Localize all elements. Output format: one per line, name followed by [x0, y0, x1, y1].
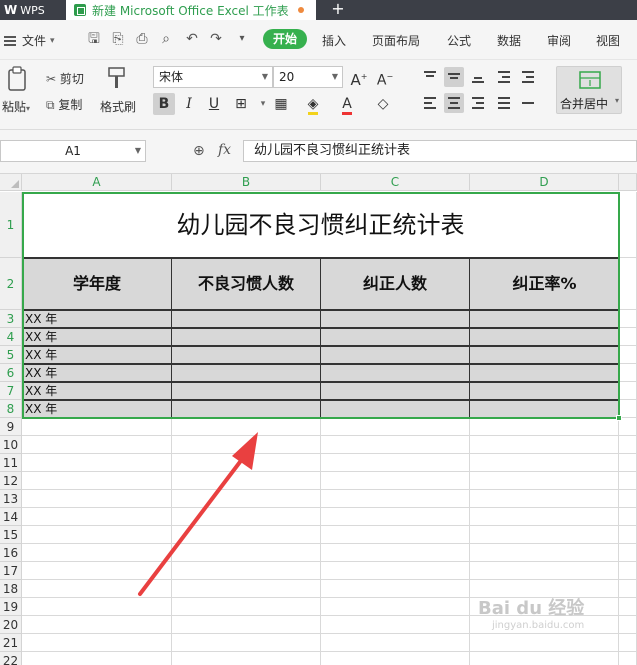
- ribbon: 粘贴▾ ✂ 剪切 ⧉ 复制 格式刷 宋体 ▼ 20 ▼ A+ A− B I U …: [0, 60, 637, 130]
- format-painter-button[interactable]: 格式刷: [100, 98, 136, 115]
- watermark-subtext: jingyan.baidu.com: [492, 620, 585, 631]
- font-name-select[interactable]: 宋体 ▼: [153, 66, 273, 88]
- name-box-value: A1: [65, 144, 81, 158]
- hamburger-icon: [4, 35, 16, 46]
- align-right-icon[interactable]: [468, 93, 488, 113]
- clear-format-icon[interactable]: ◇: [372, 93, 394, 115]
- document-tab-label: 新建 Microsoft Office Excel 工作表: [92, 3, 289, 18]
- underline-button[interactable]: U: [203, 93, 225, 115]
- fx-icon[interactable]: fx: [218, 142, 231, 158]
- decrease-indent-icon[interactable]: [494, 67, 514, 87]
- redo-icon[interactable]: ↷: [208, 31, 224, 47]
- tab-formulas[interactable]: 公式: [447, 32, 471, 49]
- document-tab[interactable]: 新建 Microsoft Office Excel 工作表: [66, 0, 316, 20]
- tab-start[interactable]: 开始: [263, 29, 307, 49]
- paste-button[interactable]: 粘贴▾: [2, 98, 30, 115]
- font-size-value: 20: [279, 70, 295, 84]
- chevron-down-icon: ▾: [26, 104, 31, 113]
- print-preview-icon[interactable]: ⌕: [158, 31, 174, 47]
- tab-page-layout[interactable]: 页面布局: [372, 32, 420, 49]
- increase-font-icon[interactable]: A+: [348, 66, 370, 89]
- red-arrow-annotation: [138, 432, 258, 596]
- font-color-icon[interactable]: A: [336, 93, 358, 115]
- distributed-align-icon[interactable]: [518, 93, 538, 113]
- format-painter-icon[interactable]: [106, 66, 128, 92]
- copy-label: 复制: [58, 98, 83, 112]
- copy-icon: ⧉: [46, 98, 55, 112]
- chevron-down-icon: ▾: [614, 96, 619, 105]
- wps-logo-icon: W: [4, 3, 18, 17]
- watermark-text: Bai du 经验: [478, 598, 585, 619]
- align-center-icon[interactable]: [444, 93, 464, 113]
- cut-button[interactable]: ✂ 剪切: [46, 70, 84, 87]
- chevron-down-icon: ▼: [261, 72, 268, 81]
- align-top-icon[interactable]: [420, 67, 440, 87]
- copy-button[interactable]: ⧉ 复制: [46, 96, 82, 113]
- unsaved-dot-icon: [298, 7, 304, 13]
- tab-review[interactable]: 审阅: [547, 32, 571, 49]
- font-name-value: 宋体: [159, 70, 184, 84]
- borders-icon[interactable]: ⊞: [230, 93, 252, 115]
- tab-view[interactable]: 视图: [596, 32, 620, 49]
- justify-icon[interactable]: [494, 93, 514, 113]
- quick-access-dropdown-icon[interactable]: ▾: [234, 31, 250, 47]
- name-box[interactable]: A1 ▼: [0, 140, 146, 162]
- paste-label: 粘贴: [2, 100, 27, 114]
- new-tab-button[interactable]: +: [326, 0, 350, 20]
- excel-file-icon: [74, 4, 86, 16]
- tab-bar: W WPS 新建 Microsoft Office Excel 工作表 +: [0, 0, 637, 20]
- print-icon[interactable]: ⎙: [134, 31, 150, 47]
- cell-style-icon[interactable]: ▦: [270, 93, 292, 115]
- tab-insert[interactable]: 插入: [322, 32, 346, 49]
- chevron-down-icon: ▼: [134, 146, 141, 155]
- wps-app-label: WPS: [20, 3, 45, 17]
- formula-input[interactable]: 幼儿园不良习惯纠正统计表: [243, 140, 637, 162]
- cut-label: 剪切: [59, 72, 84, 86]
- chevron-down-icon: ▼: [331, 72, 338, 81]
- wps-app-tab[interactable]: W WPS: [0, 0, 64, 20]
- fill-color-icon[interactable]: ◈: [302, 93, 324, 115]
- align-left-icon[interactable]: [420, 93, 440, 113]
- undo-icon[interactable]: ↶: [184, 31, 200, 47]
- baidu-watermark: Bai du 经验 jingyan.baidu.com: [478, 594, 584, 631]
- align-bottom-icon[interactable]: [468, 67, 488, 87]
- decrease-font-icon[interactable]: A−: [374, 66, 396, 89]
- merge-center-button[interactable]: 合并居中 ▾: [556, 66, 622, 114]
- chevron-down-icon: ▾: [50, 35, 55, 46]
- save-icon[interactable]: 🖫: [86, 31, 102, 47]
- file-menu[interactable]: 文件 ▾: [4, 32, 55, 49]
- zoom-icon[interactable]: ⊕: [193, 143, 205, 159]
- formula-bar: A1 ▼ ⊕ fx 幼儿园不良习惯纠正统计表: [0, 130, 637, 174]
- spreadsheet-grid[interactable]: A B C D 1 2 3 4 5 6 7 8 9 10 11 12 13 14 15 16 17 18 19 20 2…: [0, 174, 637, 665]
- scissors-icon: ✂: [46, 72, 57, 86]
- bold-button[interactable]: B: [153, 93, 175, 115]
- merge-center-label: 合并居中: [560, 97, 609, 111]
- paste-icon[interactable]: [6, 66, 30, 92]
- align-middle-icon[interactable]: [444, 67, 464, 87]
- export-icon[interactable]: ⎘: [110, 31, 126, 47]
- file-menu-label: 文件: [22, 34, 47, 48]
- menu-bar: 文件 ▾ 🖫 ⎘ ⎙ ⌕ ↶ ↷ ▾ 开始 插入 页面布局 公式 数据 审阅 视…: [0, 20, 637, 60]
- tab-data[interactable]: 数据: [497, 32, 521, 49]
- font-size-select[interactable]: 20 ▼: [273, 66, 343, 88]
- italic-button[interactable]: I: [178, 93, 200, 115]
- increase-indent-icon[interactable]: [518, 67, 538, 87]
- merge-cells-icon: [579, 71, 601, 89]
